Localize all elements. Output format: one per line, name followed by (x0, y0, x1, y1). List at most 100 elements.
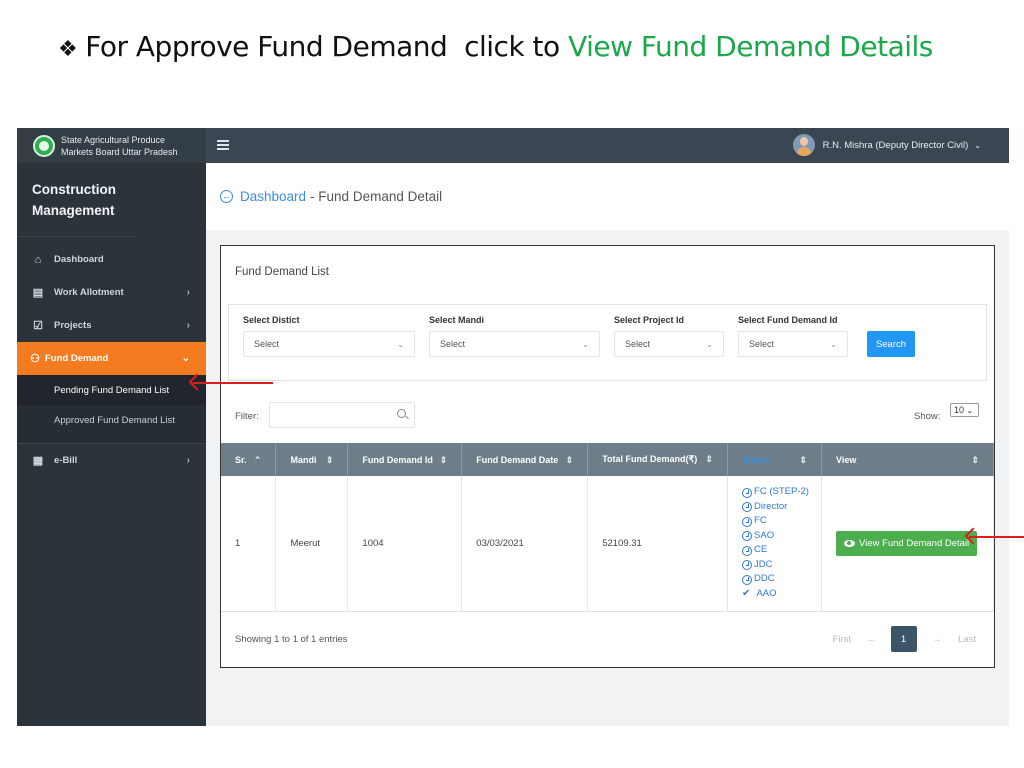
brand[interactable]: State Agricultural Produce Markets Board… (17, 128, 206, 163)
cell-sr: 1 (221, 476, 277, 612)
mandi-filter: Select Mandi Select ⌄ (429, 315, 600, 357)
mandi-label: Select Mandi (429, 315, 485, 325)
sidebar-item-dashboard[interactable]: ⌂ Dashboard (17, 243, 206, 276)
table-row: 1 Meerut 1004 03/03/2021 52109.31 FC (ST… (221, 476, 995, 612)
district-filter: Select Distict Select ⌄ (243, 315, 415, 357)
status-item: FC (742, 514, 821, 529)
pagination-page-1[interactable]: 1 (890, 626, 917, 652)
view-fund-demand-detail-button[interactable]: View Fund Demand Detail (835, 530, 978, 556)
user-menu[interactable]: R.N. Mishra (Deputy Director Civil) ⌄ (792, 134, 981, 156)
search-icon (397, 409, 406, 418)
status-item: DDC (742, 572, 821, 587)
checkmark-icon: ✔ (742, 587, 751, 599)
chevron-down-icon: ⌄ (181, 353, 190, 364)
annotation-arrow-view-button (969, 536, 1024, 538)
fund-demand-id-label: Select Fund Demand Id (738, 315, 838, 325)
chevron-down-icon: ⌄ (582, 339, 589, 349)
sort-asc-icon: ⌃ (253, 454, 262, 465)
slide-title-text: For Approve Fund Demand click to (85, 30, 569, 63)
fund-demand-id-select[interactable]: Select ⌄ (738, 331, 848, 357)
clock-icon (742, 502, 753, 512)
user-name: R.N. Mishra (Deputy Director Civil) (822, 139, 969, 151)
submenu-approved-fund-demand-list[interactable]: Approved Fund Demand List (17, 405, 206, 435)
cell-fund-demand-id: 1004 (347, 476, 463, 612)
chevron-down-icon: ⌄ (397, 339, 404, 349)
sidebar-item-work-allotment[interactable]: ▤ Work Allotment › (17, 276, 206, 309)
chevron-down-icon: ⌄ (830, 339, 837, 349)
mandi-select[interactable]: Select ⌄ (429, 331, 600, 357)
status-item: FC (STEP-2) (742, 485, 821, 500)
hand-money-icon: ⚇ (30, 352, 40, 365)
approval-status-list: FC (STEP-2) Director FC SAO CE JDC DDC ✔… (742, 485, 821, 601)
clock-icon (742, 531, 753, 541)
column-header-mandi[interactable]: Mandi ⇕ (275, 443, 349, 476)
sort-icon: ⇕ (799, 454, 807, 465)
back-arrow-icon[interactable]: ← (220, 190, 233, 203)
breadcrumb-dashboard-link[interactable]: Dashboard (240, 189, 306, 204)
fund-demand-id-filter: Select Fund Demand Id Select ⌄ (738, 315, 848, 357)
cell-mandi: Meerut (275, 476, 349, 612)
pagination-next-arrow-icon[interactable]: → (933, 634, 943, 645)
fund-demand-list-panel: Fund Demand List Select Distict Select ⌄ … (220, 245, 995, 668)
breadcrumb-current: - Fund Demand Detail (310, 189, 443, 204)
column-header-fund-demand-id[interactable]: Fund Demand Id ⇕ (347, 443, 463, 476)
search-button[interactable]: Search (867, 331, 915, 357)
status-item: CE (742, 543, 821, 558)
show-label: Show: (914, 411, 941, 422)
diamond-bullet-icon: ❖ (58, 37, 78, 62)
pagination: First ← 1 → Last (817, 626, 976, 652)
submenu-pending-fund-demand-list[interactable]: Pending Fund Demand List (17, 375, 206, 405)
sidebar-title: Construction Management (17, 163, 137, 237)
column-header-total-fund-demand[interactable]: Total Fund Demand(₹) ⇕ (587, 443, 729, 476)
clock-icon (742, 516, 753, 527)
column-header-status[interactable]: Status ⇕ (727, 443, 822, 476)
page-size-select[interactable]: 10 ⌄ (950, 403, 979, 417)
district-label: Select Distict (243, 315, 300, 325)
chevron-right-icon: › (186, 455, 190, 466)
table-header-row: Sr. ⌃ Mandi ⇕ Fund Demand Id ⇕ Fund Demand … (221, 443, 995, 476)
status-item: ✔ AAO (742, 587, 821, 602)
pagination-prev-arrow-icon[interactable]: ← (867, 634, 877, 645)
chevron-down-icon: ⌄ (706, 339, 713, 349)
chevron-right-icon: › (186, 320, 190, 331)
fund-demand-table: Sr. ⌃ Mandi ⇕ Fund Demand Id ⇕ Fund Demand … (221, 443, 995, 612)
sort-icon: ⇕ (439, 454, 448, 465)
fund-demand-submenu: Pending Fund Demand List Approved Fund D… (17, 375, 206, 444)
brand-line-1: State Agricultural Produce (61, 134, 166, 145)
sidebar-item-fund-demand[interactable]: ⚇ Fund Demand ⌄ (17, 342, 206, 375)
sort-icon: ⇕ (565, 454, 574, 465)
project-id-select[interactable]: Select ⌄ (614, 331, 724, 357)
status-item: SAO (742, 529, 821, 544)
cell-fund-demand-date: 03/03/2021 (461, 476, 589, 612)
clock-icon (742, 574, 753, 585)
chevron-down-icon: ⌄ (974, 140, 981, 150)
sort-icon: ⇕ (705, 454, 714, 464)
clock-icon (742, 560, 753, 570)
sidebar-item-e-bill[interactable]: ▦ e-Bill › (17, 444, 206, 477)
avatar (792, 134, 815, 156)
filter-form: Select Distict Select ⌄ Select Mandi Sele… (228, 304, 987, 381)
column-header-view[interactable]: View ⇕ (821, 443, 995, 476)
slide-title-highlight: View Fund Demand Details (568, 30, 933, 63)
brand-line-2: Markets Board Uttar Pradesh (61, 146, 178, 157)
project-id-label: Select Project Id (614, 315, 685, 325)
eye-icon (843, 539, 855, 547)
district-select[interactable]: Select ⌄ (243, 331, 415, 357)
pagination-last[interactable]: Last (958, 634, 976, 645)
home-icon: ⌂ (34, 253, 42, 266)
sidebar-item-projects[interactable]: ☑ Projects › (17, 309, 206, 342)
column-header-sr[interactable]: Sr. ⌃ (221, 443, 277, 476)
clipboard-icon: ▦ (32, 454, 44, 467)
app-window: State Agricultural Produce Markets Board… (17, 128, 1009, 726)
board-logo-icon (33, 134, 55, 157)
checkbox-icon: ☑ (33, 319, 43, 332)
cell-status: FC (STEP-2) Director FC SAO CE JDC DDC ✔… (727, 476, 822, 612)
hamburger-menu-icon[interactable] (217, 140, 229, 151)
sort-icon: ⇕ (325, 454, 334, 465)
filter-input[interactable] (269, 402, 415, 428)
sidebar: Construction Management ⌂ Dashboard ▤ Wo… (17, 163, 206, 726)
clock-icon (742, 487, 753, 498)
status-item: JDC (742, 558, 821, 573)
pagination-first[interactable]: First (833, 634, 851, 645)
column-header-fund-demand-date[interactable]: Fund Demand Date ⇕ (461, 443, 589, 476)
